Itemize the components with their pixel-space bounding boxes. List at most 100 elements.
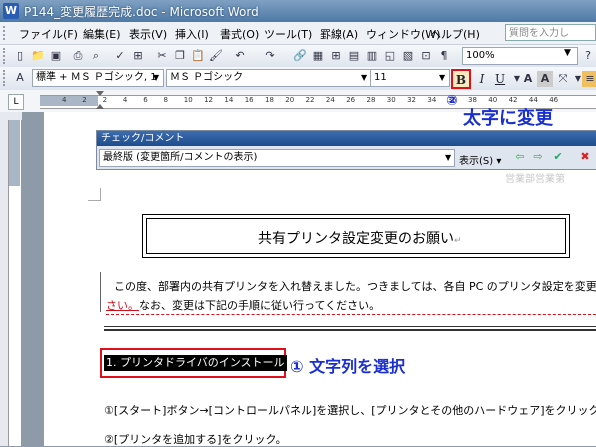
- paragraph-line-1[interactable]: この度、部署内の共有プリンタを入れ替えました。つきましては、各自 PC のプリン…: [114, 278, 596, 294]
- reject-change-icon[interactable]: ✖: [577, 149, 593, 165]
- help-icon[interactable]: ?: [580, 48, 596, 64]
- menu-grip-icon: [3, 26, 8, 40]
- reviewing-toolbar: チェック/コメント 最終版 (変更箇所/コメントの表示) ▼ 表示(S) ▾ ⇦…: [96, 130, 596, 170]
- char-shading-icon[interactable]: A: [537, 71, 553, 87]
- show-hide-icon[interactable]: ¶: [436, 48, 452, 64]
- ruler-margin-left: [40, 96, 98, 106]
- undo-icon[interactable]: ↶: [232, 48, 248, 64]
- font-dropdown-icon[interactable]: ▼: [361, 73, 367, 82]
- title-bar: W P144_変更履歴完成.doc - Microsoft Word: [0, 0, 596, 22]
- insert-excel-icon[interactable]: ▤: [346, 48, 362, 64]
- ruler-number: 16: [244, 96, 254, 104]
- print-icon[interactable]: ⎙: [70, 48, 86, 64]
- insert-table-icon[interactable]: ⊞: [328, 48, 344, 64]
- style-dropdown-icon[interactable]: ▼: [153, 73, 159, 82]
- styles-formatting-icon[interactable]: A: [12, 70, 28, 86]
- columns-icon[interactable]: ▥: [364, 48, 380, 64]
- section-rule-2: [104, 329, 596, 331]
- ruler-number: 22: [305, 96, 315, 104]
- align-left-icon[interactable]: ≡: [582, 71, 596, 87]
- bold-button[interactable]: B: [451, 69, 471, 89]
- document-title-text: 共有プリンタ設定変更のお願い: [258, 231, 454, 247]
- tables-borders-icon[interactable]: ▦: [310, 48, 326, 64]
- cut-icon[interactable]: ✂: [154, 48, 170, 64]
- save-icon[interactable]: ▣: [48, 48, 64, 64]
- revision-dashed-line: [106, 314, 596, 315]
- zoom-combo[interactable]: 100%: [462, 47, 578, 65]
- callout-text-1: 文字列を選択: [309, 357, 406, 376]
- style-combo[interactable]: 標準 + ＭＳ Ｐゴシック, 1: [32, 69, 164, 87]
- display-for-review-combo[interactable]: 最終版 (変更箇所/コメントの表示): [99, 149, 455, 167]
- document-title[interactable]: 共有プリンタ設定変更のお願い↵: [258, 228, 462, 248]
- menu-format[interactable]: 書式(O): [220, 26, 259, 42]
- section-rule-1: [104, 326, 596, 327]
- first-line-indent-icon[interactable]: [96, 91, 104, 96]
- paragraph-mark: ↵: [454, 236, 462, 246]
- word-icon: W: [3, 3, 19, 19]
- spelling-icon[interactable]: ✓: [112, 48, 128, 64]
- char-scale-icon[interactable]: ⤧: [555, 71, 571, 87]
- paste-icon[interactable]: 📋: [190, 48, 206, 64]
- document-map-icon[interactable]: ▧: [400, 48, 416, 64]
- ruler-number: 24: [325, 96, 335, 104]
- hyperlink-icon[interactable]: 🔗: [292, 48, 308, 64]
- tab-selector-icon[interactable]: L: [8, 94, 24, 110]
- select-text-callout: ① 文字列を選択: [290, 353, 405, 377]
- bold-callout-text: 太字に変更: [463, 108, 553, 129]
- font-size-combo[interactable]: 11: [370, 69, 450, 87]
- read-icon[interactable]: ⊡: [418, 48, 434, 64]
- ruler-number: 10: [183, 96, 193, 104]
- menu-table[interactable]: 罫線(A): [320, 26, 358, 42]
- italic-button[interactable]: I: [473, 70, 491, 88]
- drawing-icon[interactable]: ◱: [382, 48, 398, 64]
- format-painter-icon[interactable]: 🖌: [208, 48, 224, 64]
- paragraph-line-2[interactable]: さい。なお、変更は下記の手順に従い行ってください。: [106, 297, 380, 313]
- ask-question-input[interactable]: 質問を入力し: [505, 24, 596, 41]
- ruler-number: 44: [528, 96, 538, 104]
- paragraph-line-2-text: なお、変更は下記の手順に従い行ってください。: [139, 299, 381, 312]
- menu-view[interactable]: 表示(V): [129, 26, 167, 42]
- reviewing-toolbar-title[interactable]: チェック/コメント: [97, 131, 596, 146]
- left-indent-icon[interactable]: [96, 104, 104, 109]
- zoom-dropdown-icon[interactable]: ▼: [564, 48, 571, 58]
- accept-change-icon[interactable]: ✔: [550, 149, 566, 165]
- ruler-number: 6: [143, 96, 148, 104]
- step-2[interactable]: ②[プリンタを追加する]をクリック。: [104, 431, 287, 447]
- font-size-value: 11: [374, 72, 387, 83]
- vertical-ruler-margin: [9, 120, 20, 186]
- selected-heading[interactable]: 1. プリンタドライバのインストール: [104, 355, 287, 371]
- callout-number-1: ①: [290, 357, 304, 376]
- menu-file[interactable]: ファイル(F): [19, 26, 78, 42]
- ruler-number: 38: [468, 96, 477, 104]
- copy-icon[interactable]: ❐: [172, 48, 188, 64]
- font-combo[interactable]: ＭＳ Ｐゴシック: [166, 69, 372, 87]
- next-change-icon[interactable]: ⇨: [530, 149, 546, 165]
- ruler-number: 4: [122, 96, 128, 104]
- char-border-icon[interactable]: A: [520, 71, 536, 87]
- print-preview-icon[interactable]: ⌕: [88, 48, 104, 64]
- revision-text: さい。: [106, 299, 139, 312]
- ruler-number: 26: [346, 96, 356, 104]
- menu-edit[interactable]: 編集(E): [83, 26, 121, 42]
- menu-insert[interactable]: 挿入(I): [175, 26, 209, 42]
- bold-callout-number: ②: [446, 93, 458, 109]
- redo-icon[interactable]: ↷: [262, 48, 278, 64]
- ruler-number: 18: [265, 96, 274, 104]
- menu-help[interactable]: ヘルプ(H): [430, 26, 480, 42]
- font-size-dropdown-icon[interactable]: ▼: [439, 73, 445, 82]
- window-title: P144_変更履歴完成.doc - Microsoft Word: [24, 5, 259, 19]
- menu-tools[interactable]: ツール(T): [264, 26, 312, 42]
- previous-change-icon[interactable]: ⇦: [512, 149, 528, 165]
- ruler-number: 12: [204, 96, 214, 104]
- research-icon[interactable]: ⊞: [130, 48, 146, 64]
- header-faint-text: 営業部営業第: [505, 174, 565, 185]
- display-for-review-value: 最終版 (変更箇所/コメントの表示): [103, 152, 258, 163]
- zoom-value: 100%: [466, 50, 495, 61]
- formatting-toolbar: A 標準 + ＭＳ Ｐゴシック, 1 ▼ ＭＳ Ｐゴシック ▼ 11 ▼ B I…: [0, 67, 596, 91]
- show-menu-button[interactable]: 表示(S) ▾: [459, 152, 501, 167]
- underline-button[interactable]: U: [491, 70, 509, 88]
- new-document-icon[interactable]: ▯: [12, 48, 28, 64]
- open-folder-icon[interactable]: 📁: [30, 48, 46, 64]
- display-dropdown-icon[interactable]: ▼: [445, 153, 451, 162]
- step-1[interactable]: ①[スタート]ボタン→[コントロールパネル]を選択し、[プリンタとその他のハード…: [104, 402, 596, 418]
